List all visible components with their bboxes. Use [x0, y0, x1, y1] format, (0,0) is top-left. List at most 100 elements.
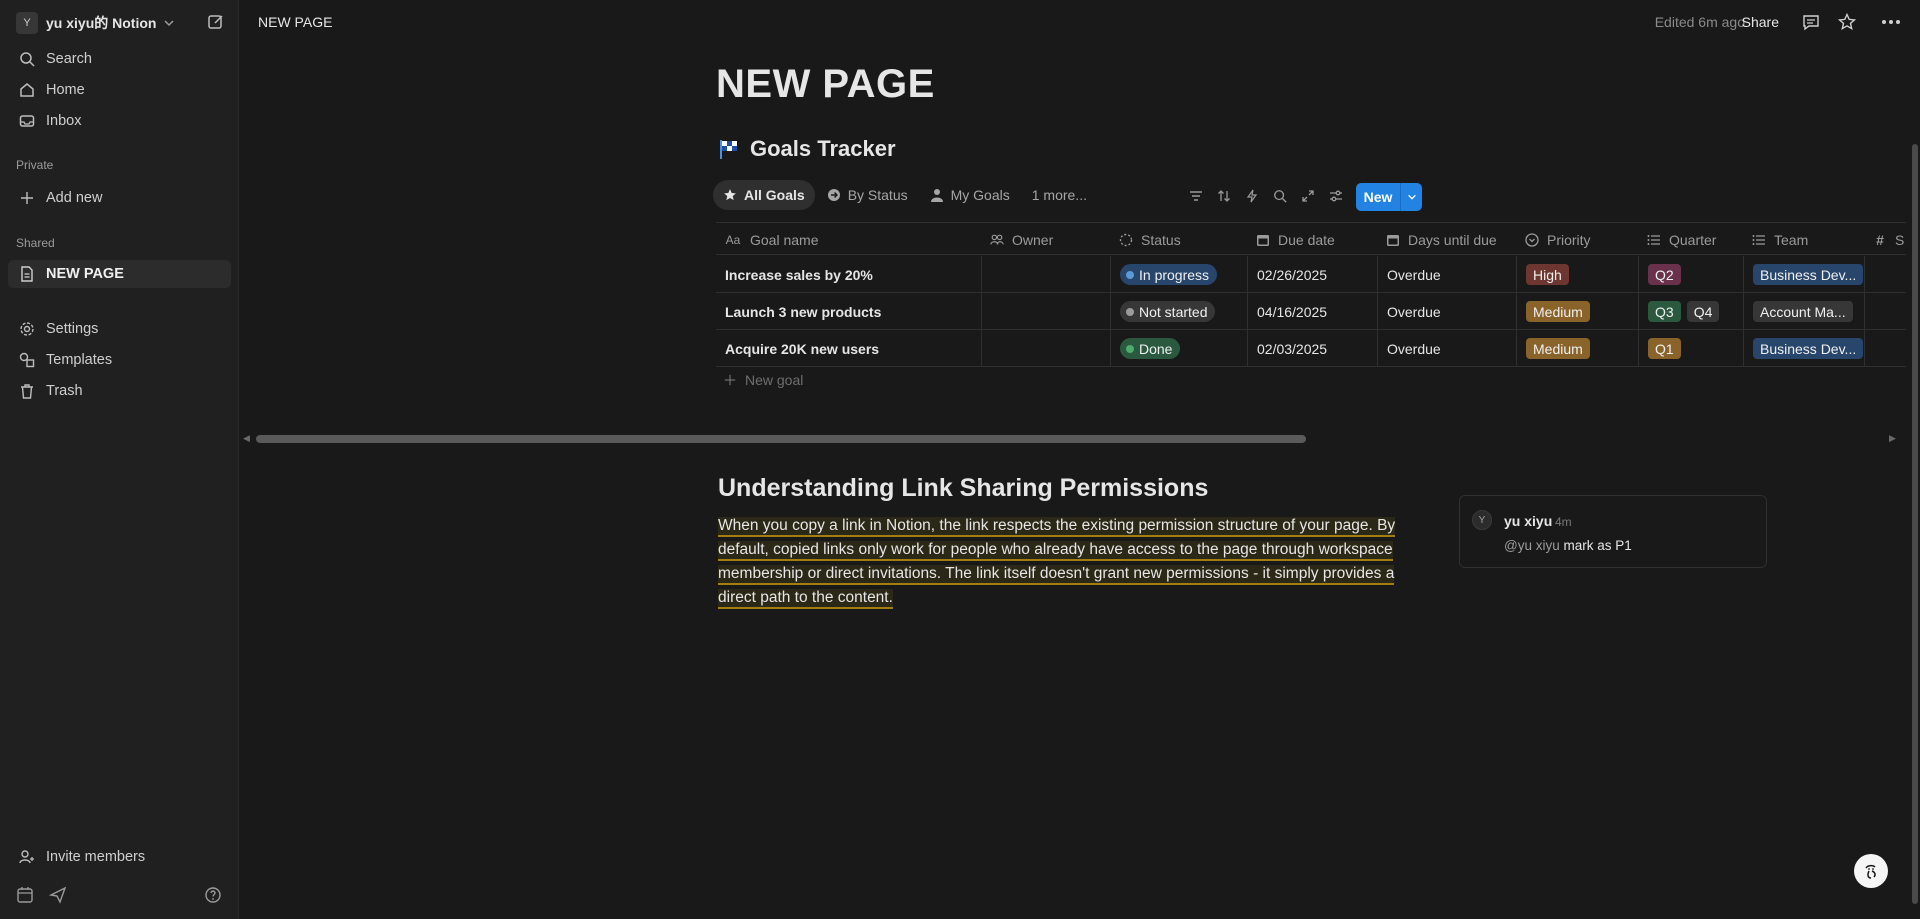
column-priority[interactable]: Priority — [1517, 223, 1639, 256]
notion-ai-face-icon — [1865, 864, 1876, 879]
tab-label: 1 more... — [1031, 187, 1087, 203]
cell-status[interactable]: Not started — [1111, 293, 1248, 330]
number-icon: # — [1876, 231, 1884, 248]
comment-text: mark as P1 — [1563, 538, 1632, 553]
settings-sliders-icon[interactable] — [1325, 185, 1347, 207]
breadcrumb[interactable]: NEW PAGE — [258, 14, 332, 30]
table-row[interactable]: Increase sales by 20% In progress 02/26/… — [716, 256, 1906, 293]
column-goal-name[interactable]: Aa Goal name — [716, 223, 982, 256]
comment-icon[interactable] — [1800, 11, 1822, 33]
table-row[interactable]: Launch 3 new products Not started 04/16/… — [716, 293, 1906, 330]
sidebar-item-home[interactable]: Home — [8, 76, 231, 104]
database-title[interactable]: Goals Tracker — [718, 136, 896, 162]
column-s[interactable]: # S — [1865, 223, 1906, 256]
sort-icon[interactable] — [1213, 185, 1235, 207]
new-goal-button[interactable]: New goal — [724, 372, 803, 388]
comment-timestamp: 4m — [1555, 515, 1572, 529]
cell-owner[interactable] — [982, 330, 1111, 367]
column-label: Due date — [1278, 231, 1335, 248]
sidebar-item-add-new[interactable]: Add new — [8, 184, 231, 212]
comment-card[interactable]: Y yu xiyu 4m @yu xiyu mark as P1 — [1459, 495, 1767, 568]
plus-icon — [18, 189, 36, 207]
cell-priority[interactable]: High — [1517, 256, 1639, 293]
commented-paragraph[interactable]: When you copy a link in Notion, the link… — [718, 514, 1430, 610]
horizontal-scrollbar[interactable] — [256, 435, 1306, 443]
sidebar-item-trash[interactable]: Trash — [8, 377, 231, 405]
cell-due-date[interactable]: 02/03/2025 — [1248, 330, 1378, 367]
gear-icon — [18, 320, 36, 338]
cell-quarter[interactable]: Q3 Q4 — [1639, 293, 1744, 330]
scroll-left-arrow[interactable]: ◀ — [243, 433, 250, 444]
cell-team[interactable]: Business Dev... — [1744, 256, 1865, 293]
user-mention[interactable]: @yu xiyu — [1504, 538, 1560, 553]
cell-due-date[interactable]: 04/16/2025 — [1248, 293, 1378, 330]
tab-my-goals[interactable]: My Goals — [920, 180, 1020, 210]
expand-icon[interactable] — [1297, 185, 1319, 207]
calendar-icon — [1256, 233, 1270, 247]
more-icon[interactable] — [1880, 11, 1902, 33]
cell-team[interactable]: Business Dev... — [1744, 330, 1865, 367]
lightning-icon[interactable] — [1241, 185, 1263, 207]
column-days-until-due[interactable]: Days until due — [1378, 223, 1517, 256]
database-toolbar — [1185, 185, 1353, 207]
invite-members-button[interactable]: Invite members — [8, 843, 231, 871]
column-status[interactable]: Status — [1111, 223, 1248, 256]
cell-status[interactable]: Done — [1111, 330, 1248, 367]
star-icon[interactable] — [1836, 11, 1858, 33]
team-tag: Account Ma... — [1753, 301, 1853, 322]
sidebar-item-label: Trash — [46, 383, 83, 399]
cell-goal-name[interactable]: Acquire 20K new users — [716, 330, 982, 367]
column-team[interactable]: Team — [1744, 223, 1865, 256]
column-due-date[interactable]: Due date — [1248, 223, 1378, 256]
table-row[interactable]: Acquire 20K new users Done 02/03/2025 Ov… — [716, 330, 1906, 367]
cell-priority[interactable]: Medium — [1517, 293, 1639, 330]
tab-by-status[interactable]: By Status — [817, 180, 918, 210]
workspace-switcher[interactable]: Y yu xiyu的 Notion — [16, 12, 175, 34]
tab-label: My Goals — [950, 187, 1010, 203]
column-owner[interactable]: Owner — [982, 223, 1111, 256]
send-icon[interactable] — [48, 886, 67, 907]
sidebar-item-settings[interactable]: Settings — [8, 315, 231, 343]
cell-quarter[interactable]: Q1 — [1639, 330, 1744, 367]
vertical-scrollbar[interactable] — [1912, 144, 1918, 904]
column-label: S — [1895, 231, 1905, 248]
column-label: Days until due — [1408, 231, 1497, 248]
column-quarter[interactable]: Quarter — [1639, 223, 1744, 256]
sidebar-item-templates[interactable]: Templates — [8, 346, 231, 374]
highlighted-text[interactable]: When you copy a link in Notion, the link… — [718, 517, 1396, 609]
sidebar-item-search[interactable]: Search — [8, 45, 231, 73]
share-button[interactable]: Share — [1742, 14, 1779, 30]
sidebar-item-label: Templates — [46, 352, 113, 368]
tab-all-goals[interactable]: All Goals — [713, 180, 815, 210]
notion-ai-button[interactable] — [1854, 854, 1888, 888]
add-person-icon — [18, 848, 36, 866]
section-label-private: Private — [16, 158, 54, 172]
new-record-button[interactable]: New — [1356, 183, 1400, 211]
sidebar-item-label: Invite members — [46, 849, 146, 865]
cell-goal-name[interactable]: Launch 3 new products — [716, 293, 982, 330]
page-title[interactable]: NEW PAGE — [716, 62, 935, 107]
cell-team[interactable]: Account Ma... — [1744, 293, 1865, 330]
scroll-right-arrow[interactable]: ▶ — [1889, 433, 1896, 444]
new-page-button[interactable] — [205, 11, 227, 33]
cell-goal-name[interactable]: Increase sales by 20% — [716, 256, 982, 293]
cell-due-date[interactable]: 02/26/2025 — [1248, 256, 1378, 293]
filter-icon[interactable] — [1185, 185, 1207, 207]
sidebar-item-label: Search — [46, 51, 92, 67]
new-record-dropdown[interactable] — [1400, 183, 1422, 211]
calendar-icon[interactable] — [16, 886, 34, 907]
tab-more-views[interactable]: 1 more... — [1022, 180, 1097, 210]
cell-priority[interactable]: Medium — [1517, 330, 1639, 367]
search-icon[interactable] — [1269, 185, 1291, 207]
help-icon[interactable] — [204, 886, 222, 907]
status-label: In progress — [1139, 266, 1210, 283]
checkered-flag-icon — [720, 140, 737, 159]
sidebar-item-new-page[interactable]: NEW PAGE — [8, 260, 231, 288]
cell-owner[interactable] — [982, 256, 1111, 293]
cell-owner[interactable] — [982, 293, 1111, 330]
cell-quarter[interactable]: Q2 — [1639, 256, 1744, 293]
section-heading[interactable]: Understanding Link Sharing Permissions — [718, 474, 1208, 503]
cell-status[interactable]: In progress — [1111, 256, 1248, 293]
section-label-shared: Shared — [16, 236, 55, 250]
sidebar-item-inbox[interactable]: Inbox — [8, 107, 231, 135]
